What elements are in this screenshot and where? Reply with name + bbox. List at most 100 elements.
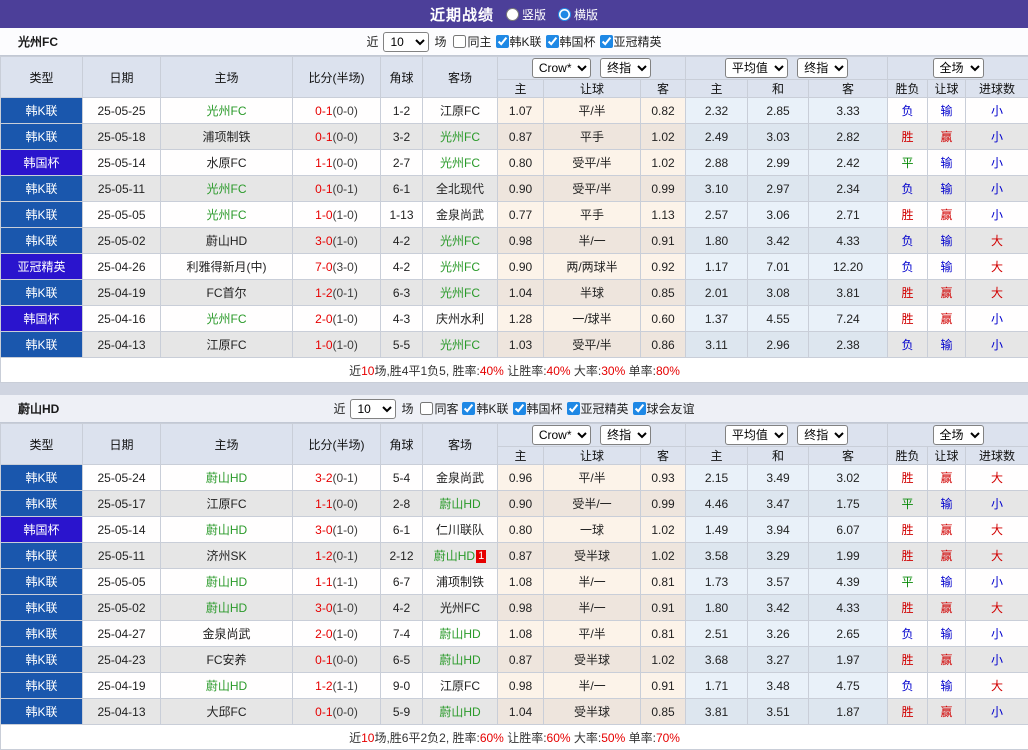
home-team: FC首尔 [161, 280, 293, 306]
match-row: 韩K联 25-05-17 江原FC 1-1(0-0) 2-8 蔚山HD 0.90… [1, 491, 1028, 517]
team-name: 蔚山HD [18, 400, 59, 417]
handicap-result: 赢 [928, 647, 966, 673]
col-header-goals: 进球数 [966, 80, 1028, 98]
filter-checkbox[interactable]: 韩国杯 [509, 400, 563, 417]
filter-checkbox[interactable]: 球会友谊 [629, 400, 695, 417]
win-loss-result: 胜 [888, 595, 928, 621]
goals-result: 大 [966, 254, 1028, 280]
checkbox-input[interactable] [462, 402, 475, 415]
odds-away: 0.81 [641, 621, 686, 647]
layout-radio-vertical[interactable]: 竖版 [506, 6, 546, 23]
corner-score: 4-2 [381, 595, 423, 621]
match-score: 0-1(0-0) [293, 699, 381, 725]
odds-home: 1.07 [498, 98, 544, 124]
handicap-result: 赢 [928, 543, 966, 569]
handicap-result: 赢 [928, 280, 966, 306]
handicap: 半/一 [544, 569, 641, 595]
summary-segment: 近 [349, 364, 361, 378]
handicap: 半球 [544, 280, 641, 306]
vertical-radio-input[interactable] [506, 8, 519, 21]
col-header-avg-draw: 和 [748, 447, 809, 465]
filter-checkbox[interactable]: 韩国杯 [542, 33, 596, 50]
home-team: 利雅得新月(中) [161, 254, 293, 280]
avg-home: 1.37 [686, 306, 748, 332]
avg-away: 3.02 [809, 465, 888, 491]
filter-checkbox[interactable]: 韩K联 [492, 33, 542, 50]
filter-checkbox[interactable]: 同主 [449, 33, 491, 50]
handicap-result: 输 [928, 228, 966, 254]
match-type-badge: 韩国杯 [1, 306, 83, 332]
win-loss-result: 平 [888, 150, 928, 176]
avg-draw: 3.26 [748, 621, 809, 647]
win-loss-result: 负 [888, 176, 928, 202]
home-team: 大邱FC [161, 699, 293, 725]
away-team: 光州FC [423, 332, 498, 358]
col-header-score: 比分(半场) [293, 424, 381, 465]
avg-home: 2.88 [686, 150, 748, 176]
filter-checkbox[interactable]: 亚冠精英 [596, 33, 662, 50]
odds-time-select[interactable]: 终指 [600, 425, 651, 445]
goals-result: 小 [966, 699, 1028, 725]
halftime-score: (0-0) [333, 653, 358, 667]
checkbox-input[interactable] [496, 35, 509, 48]
checkbox-input[interactable] [420, 402, 433, 415]
average-time-select[interactable]: 终指 [797, 425, 848, 445]
match-row: 韩K联 25-04-27 金泉尚武 2-0(1-0) 7-4 蔚山HD 1.08… [1, 621, 1028, 647]
handicap: 一球 [544, 517, 641, 543]
filter-checkbox[interactable]: 韩K联 [458, 400, 508, 417]
corner-score: 5-9 [381, 699, 423, 725]
checkbox-input[interactable] [453, 35, 466, 48]
avg-home: 2.01 [686, 280, 748, 306]
col-header-home: 主场 [161, 424, 293, 465]
result-group-header: 全场 [888, 57, 1028, 80]
avg-away: 2.71 [809, 202, 888, 228]
halftime-score: (1-1) [333, 679, 358, 693]
goals-result: 小 [966, 621, 1028, 647]
col-header-score: 比分(半场) [293, 57, 381, 98]
match-row: 韩K联 25-05-05 光州FC 1-0(1-0) 1-13 金泉尚武 0.7… [1, 202, 1028, 228]
checkbox-input[interactable] [546, 35, 559, 48]
avg-home: 3.68 [686, 647, 748, 673]
checkbox-input[interactable] [633, 402, 646, 415]
horizontal-radio-input[interactable] [558, 8, 571, 21]
match-type-badge: 韩K联 [1, 569, 83, 595]
odds-time-select[interactable]: 终指 [600, 58, 651, 78]
avg-draw: 3.08 [748, 280, 809, 306]
avg-home: 3.81 [686, 699, 748, 725]
section-header: 蔚山HD 近 10 场 同客韩K联韩国杯亚冠精英球会友谊 [0, 395, 1028, 423]
checkbox-input[interactable] [567, 402, 580, 415]
filter-checkbox[interactable]: 同客 [416, 400, 458, 417]
win-loss-result: 负 [888, 228, 928, 254]
home-team: 金泉尚武 [161, 621, 293, 647]
match-date: 25-05-11 [83, 176, 161, 202]
result-scope-select[interactable]: 全场 [933, 58, 984, 78]
average-time-select[interactable]: 终指 [797, 58, 848, 78]
handicap: 受平/半 [544, 176, 641, 202]
away-team: 仁川联队 [423, 517, 498, 543]
odds-source-select[interactable]: Crow* [532, 58, 591, 78]
average-source-select[interactable]: 平均值 [725, 58, 788, 78]
match-rows: 韩K联 25-05-24 蔚山HD 3-2(0-1) 5-4 金泉尚武 0.96… [1, 465, 1028, 725]
odds-away: 0.85 [641, 699, 686, 725]
win-loss-result: 负 [888, 332, 928, 358]
away-team: 光州FC [423, 124, 498, 150]
avg-draw: 3.51 [748, 699, 809, 725]
filter-checkbox[interactable]: 亚冠精英 [563, 400, 629, 417]
odds-source-select[interactable]: Crow* [532, 425, 591, 445]
col-header-avg-away: 客 [809, 80, 888, 98]
odds-home: 0.98 [498, 595, 544, 621]
result-scope-select[interactable]: 全场 [933, 425, 984, 445]
fulltime-score: 2-0 [315, 627, 332, 641]
corner-score: 6-3 [381, 280, 423, 306]
match-score: 3-2(0-1) [293, 465, 381, 491]
games-count-select[interactable]: 10 [350, 399, 396, 419]
checkbox-input[interactable] [513, 402, 526, 415]
match-score: 3-0(1-0) [293, 517, 381, 543]
layout-radio-horizontal[interactable]: 横版 [558, 6, 598, 23]
average-source-select[interactable]: 平均值 [725, 425, 788, 445]
win-loss-result: 平 [888, 569, 928, 595]
match-date: 25-04-13 [83, 699, 161, 725]
checkbox-input[interactable] [600, 35, 613, 48]
games-count-select[interactable]: 10 [383, 32, 429, 52]
col-header-corner: 角球 [381, 424, 423, 465]
